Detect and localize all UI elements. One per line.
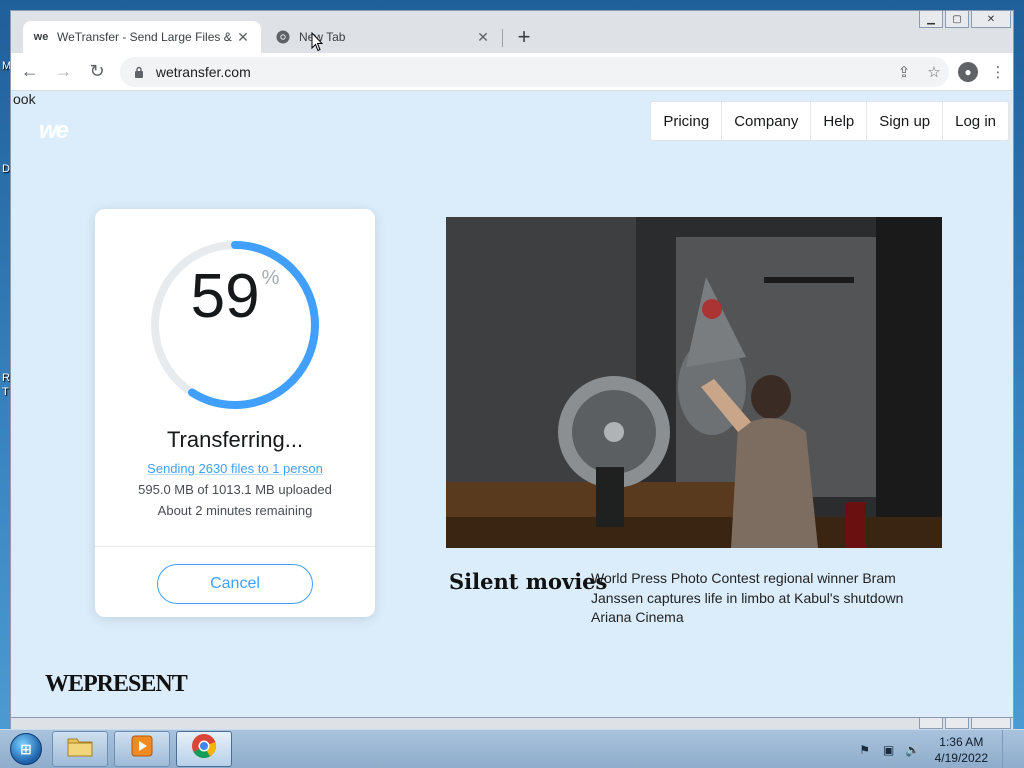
clock[interactable]: 1:36 AM 4/19/2022 — [935, 734, 988, 766]
windows-logo-icon: ⊞ — [10, 733, 42, 765]
clock-time: 1:36 AM — [939, 734, 984, 749]
progress-percent-value: 59 — [190, 262, 260, 331]
divider — [95, 546, 375, 547]
upload-progress-text: 595.0 MB of 1013.1 MB uploaded — [138, 482, 332, 497]
window-controls — [919, 718, 1011, 729]
tab-wetransfer[interactable]: we WeTransfer - Send Large Files & Share… — [23, 21, 261, 53]
time-remaining-text: About 2 minutes remaining — [157, 503, 313, 518]
desktop-icon-label[interactable]: D — [2, 163, 10, 175]
tab-title: New Tab — [299, 30, 346, 44]
maximize-button[interactable] — [945, 718, 969, 729]
wetransfer-favicon-icon: we — [33, 31, 49, 43]
transfer-status-title: Transferring... — [166, 427, 304, 452]
transfer-details-link[interactable]: Sending 2630 files to 1 person — [95, 461, 375, 476]
nav-help[interactable]: Help — [811, 102, 868, 140]
close-tab-icon[interactable]: ✕ — [475, 29, 491, 45]
profile-avatar-icon: ● — [958, 61, 978, 82]
address-bar[interactable]: wetransfer.com ⇪ ☆ — [119, 56, 949, 87]
bookmark-star-icon[interactable]: ☆ — [919, 57, 949, 87]
feature-description: World Press Photo Contest regional winne… — [591, 570, 904, 625]
folder-icon — [67, 735, 93, 763]
browser-window: we WeTransfer - Send Large Files & Share… — [10, 10, 1014, 718]
close-window-button[interactable] — [971, 718, 1011, 729]
desktop-icon-label[interactable]: R — [2, 372, 10, 384]
nav-company[interactable]: Company — [722, 102, 812, 140]
feature-photo[interactable] — [446, 217, 942, 548]
cinema-projector-photo — [446, 217, 942, 548]
browser-toolbar: ← → ↻ wetransfer.com ⇪ ☆ ● ⋮ — [11, 53, 1013, 91]
back-button[interactable]: ← — [15, 57, 45, 87]
nav-sign-up[interactable]: Sign up — [867, 102, 944, 140]
minimize-button[interactable] — [919, 718, 943, 729]
start-button[interactable]: ⊞ — [6, 730, 46, 768]
clock-date: 4/19/2022 — [934, 750, 988, 765]
feature-title[interactable]: Silent movies — [449, 569, 607, 594]
taskbar: ⊞ ⚑ ▣ 🔊 1:36 AM 4/19/2022 — [0, 729, 1024, 768]
volume-icon[interactable]: 🔊 — [905, 742, 921, 758]
chrome-icon — [275, 29, 291, 45]
desktop-icon-label[interactable]: T — [2, 386, 9, 398]
system-tray: ⚑ ▣ 🔊 1:36 AM 4/19/2022 — [857, 730, 1014, 768]
close-tab-icon[interactable]: ✕ — [235, 29, 251, 45]
tab-new-tab[interactable]: New Tab ✕ — [265, 21, 501, 53]
tab-strip: we WeTransfer - Send Large Files & Share… — [11, 11, 1013, 53]
close-window-button[interactable]: ✕ — [971, 11, 1011, 28]
network-icon[interactable]: ▣ — [881, 742, 897, 758]
taskbar-media-player[interactable] — [114, 731, 170, 767]
background-window-edge — [10, 717, 1014, 729]
percent-sign: % — [261, 267, 280, 289]
chrome-icon — [191, 733, 217, 765]
profile-button[interactable]: ● — [953, 57, 983, 87]
mouse-cursor-icon — [311, 32, 323, 52]
wetransfer-logo[interactable]: we — [39, 117, 69, 145]
new-tab-button[interactable]: + — [511, 24, 537, 50]
transfer-panel: 59% Transferring... Sending 2630 files t… — [95, 209, 375, 617]
nav-log-in[interactable]: Log in — [943, 102, 1008, 140]
cancel-button[interactable]: Cancel — [157, 564, 313, 604]
progress-percent: 59% — [95, 261, 375, 332]
wepresent-logo[interactable]: WEPRESENT — [45, 671, 188, 698]
page-content: ook we Pricing Company Help Sign up Log … — [11, 91, 1013, 717]
tab-title: WeTransfer - Send Large Files & Share Ph… — [57, 30, 235, 44]
forward-button[interactable]: → — [49, 57, 79, 87]
minimize-button[interactable]: ▁ — [919, 11, 943, 28]
share-icon[interactable]: ⇪ — [889, 57, 919, 87]
menu-kebab-icon[interactable]: ⋮ — [983, 57, 1013, 87]
top-nav: Pricing Company Help Sign up Log in — [650, 101, 1009, 141]
taskbar-explorer[interactable] — [52, 731, 108, 767]
taskbar-chrome[interactable] — [176, 731, 232, 767]
maximize-button[interactable]: ▢ — [945, 11, 969, 28]
reload-button[interactable]: ↻ — [82, 57, 112, 87]
window-controls: ▁ ▢ ✕ — [919, 11, 1011, 28]
show-desktop-button[interactable] — [1002, 730, 1014, 768]
media-player-icon — [130, 734, 154, 764]
lock-icon[interactable] — [132, 65, 146, 79]
clipped-text: ook — [13, 91, 36, 107]
nav-pricing[interactable]: Pricing — [651, 102, 723, 140]
action-center-flag-icon[interactable]: ⚑ — [857, 742, 873, 758]
url-text[interactable]: wetransfer.com — [156, 64, 251, 80]
tab-separator — [502, 29, 503, 47]
